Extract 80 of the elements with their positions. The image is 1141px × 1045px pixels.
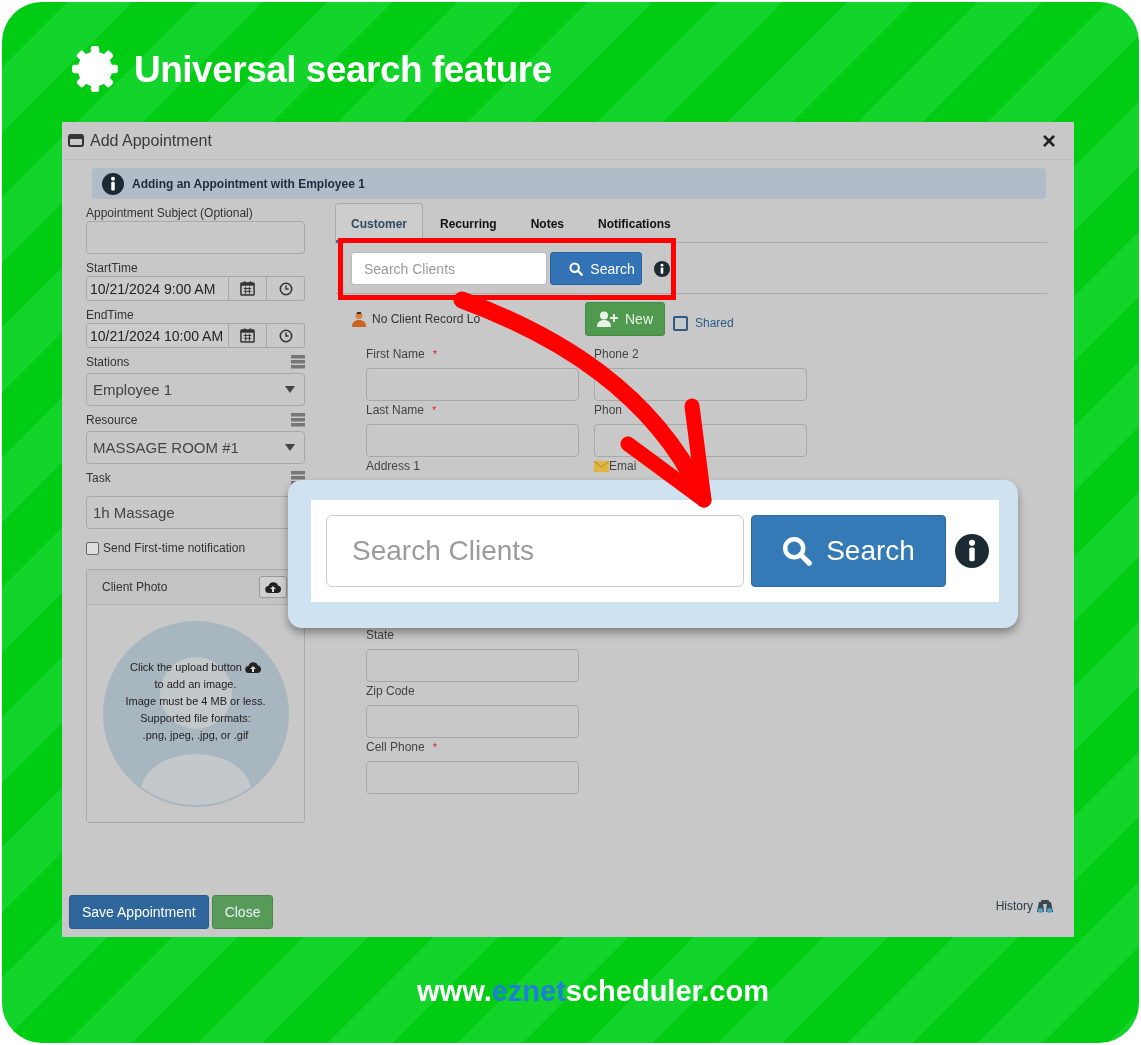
tab[interactable]: Notes bbox=[513, 203, 582, 243]
tab[interactable]: Notifications bbox=[581, 203, 688, 243]
text-field[interactable] bbox=[366, 649, 579, 682]
info-icon bbox=[955, 534, 989, 568]
field-label: Emai bbox=[609, 459, 637, 473]
photo-help-text: Click the upload button bbox=[130, 660, 242, 675]
field-label: Cell Phone bbox=[366, 740, 425, 754]
settings-icon bbox=[70, 44, 120, 94]
calendar-icon bbox=[240, 328, 255, 343]
photo-help-text: Image must be 4 MB or less. bbox=[125, 694, 266, 709]
info-icon bbox=[654, 260, 670, 277]
dropdown[interactable]: Employee 1 bbox=[86, 373, 305, 406]
field-label: Last Name bbox=[366, 403, 425, 417]
save-appointment-button[interactable]: Save Appointment bbox=[69, 895, 209, 929]
cloud-upload-icon bbox=[265, 580, 281, 594]
checkbox-label: Shared bbox=[695, 316, 734, 330]
checkbox[interactable] bbox=[673, 315, 688, 331]
page-title: Universal search feature bbox=[134, 50, 552, 88]
text-field[interactable] bbox=[366, 368, 579, 401]
required-mark: * bbox=[432, 347, 437, 361]
calendar-icon bbox=[240, 281, 255, 296]
clock-icon bbox=[278, 328, 293, 343]
field-label: Phon bbox=[594, 403, 623, 417]
caret-icon bbox=[285, 386, 295, 393]
clock-button[interactable] bbox=[267, 276, 305, 301]
text-field[interactable] bbox=[366, 761, 579, 794]
photo-help-text: to add an image. bbox=[154, 677, 237, 692]
field-label: Address 1 bbox=[366, 459, 421, 473]
clock-button[interactable] bbox=[267, 323, 305, 348]
field-label: Zip Code bbox=[366, 684, 415, 698]
field-label: Appointment Subject (Optional) bbox=[86, 206, 253, 220]
field-label: Phone 2 bbox=[594, 347, 639, 361]
user-add-icon bbox=[597, 311, 619, 327]
dropdown[interactable]: MASSAGE ROOM #1 bbox=[86, 431, 305, 464]
window-icon bbox=[68, 134, 84, 147]
subject-field[interactable] bbox=[86, 221, 305, 254]
search-icon bbox=[569, 261, 584, 276]
end-time-field[interactable]: 10/21/2024 10:00 AM bbox=[86, 323, 229, 348]
client-status-text: No Client Record Lo bbox=[372, 312, 481, 326]
caret-icon bbox=[285, 444, 295, 451]
search-field[interactable]: Search Clients bbox=[326, 515, 744, 587]
start-time-field[interactable]: 10/21/2024 9:00 AM bbox=[86, 276, 229, 301]
checkbox-label: Send First-time notification bbox=[103, 541, 246, 555]
field-label: StartTime bbox=[86, 261, 138, 275]
text-field[interactable] bbox=[366, 424, 579, 457]
calendar-button[interactable] bbox=[229, 323, 267, 348]
list-icon bbox=[291, 355, 305, 369]
upload-button[interactable] bbox=[259, 576, 287, 598]
checkbox[interactable] bbox=[86, 541, 99, 555]
info-icon bbox=[102, 172, 124, 195]
search-field[interactable]: Search Clients bbox=[351, 252, 547, 285]
binoculars-icon bbox=[1036, 899, 1054, 913]
field-label: First Name bbox=[366, 347, 425, 361]
envelope-icon bbox=[594, 460, 609, 472]
list-icon bbox=[291, 413, 305, 427]
photo-help-text: Supported file formats: bbox=[140, 711, 251, 726]
banner-text: Adding an Appointment with Employee 1 bbox=[132, 176, 365, 191]
required-mark: * bbox=[432, 740, 437, 754]
field-label: Task bbox=[86, 471, 111, 485]
dialog-title: Add Appointment bbox=[90, 131, 213, 150]
history-link[interactable]: History bbox=[995, 899, 1033, 913]
panel-title: Client Photo bbox=[102, 580, 168, 594]
photo-help-text: .png, jpeg, .jpg, or .gif bbox=[142, 728, 249, 743]
tab[interactable]: Customer bbox=[335, 203, 423, 243]
field-label: Resource bbox=[86, 413, 138, 427]
cloud-upload-icon bbox=[244, 661, 261, 674]
field-label: State bbox=[366, 628, 395, 642]
clock-icon bbox=[278, 281, 293, 296]
text-field[interactable] bbox=[366, 705, 579, 738]
search-button[interactable]: Search bbox=[751, 515, 946, 587]
search-button[interactable]: Search bbox=[550, 252, 642, 285]
close-button[interactable]: × bbox=[1038, 128, 1060, 153]
field-label: EndTime bbox=[86, 308, 134, 322]
search-icon bbox=[782, 536, 813, 566]
field-label: Stations bbox=[86, 355, 130, 369]
calendar-button[interactable] bbox=[229, 276, 267, 301]
person-icon bbox=[352, 311, 366, 327]
required-mark: * bbox=[432, 403, 437, 417]
website-url: www.eznetscheduler.com bbox=[416, 975, 770, 1007]
tab[interactable]: Recurring bbox=[423, 203, 514, 243]
